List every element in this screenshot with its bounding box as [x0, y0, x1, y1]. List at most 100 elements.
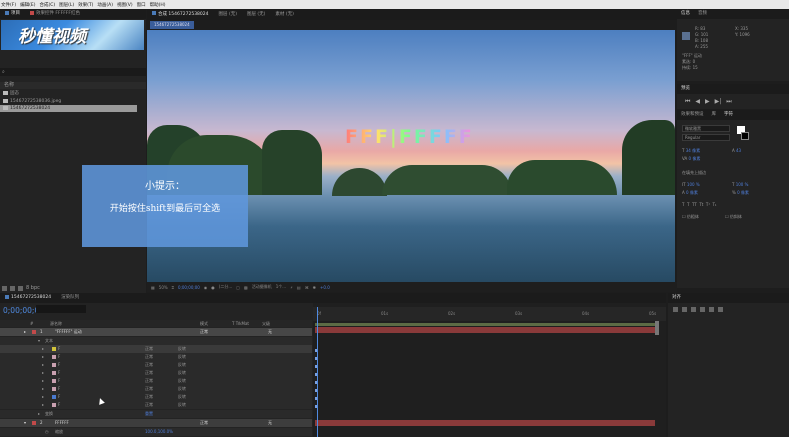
timeline-search-input[interactable]	[36, 305, 86, 313]
font-style-select[interactable]: Regular	[682, 134, 730, 141]
tab-project[interactable]: 项目	[0, 9, 25, 19]
property-blend[interactable]: 正常	[145, 377, 153, 385]
layer-property-row[interactable]: ▸ F 正常 反转	[0, 353, 312, 361]
layer-row[interactable]: ▸ 1 "FFFFFF" 运动 正常 无	[0, 328, 312, 336]
layer-color-label[interactable]	[32, 419, 36, 427]
align-right-icon[interactable]	[691, 307, 696, 312]
tab-library[interactable]: 库	[708, 110, 721, 120]
expand-icon[interactable]: ▸	[42, 353, 44, 361]
timeline-icon[interactable]: ▤	[297, 285, 301, 290]
tab-effect-controls[interactable]: 效果控件 FFFFFF红色	[25, 9, 85, 19]
menu-composition[interactable]: 合成(C)	[39, 2, 55, 8]
layer-name[interactable]: "FFFFFF" 运动	[55, 328, 82, 336]
menu-view[interactable]: 视图(V)	[117, 2, 133, 8]
layer-property-row[interactable]: ▾ 文本	[0, 337, 312, 345]
next-frame-icon[interactable]: ▶|	[715, 98, 722, 106]
col-source-name[interactable]: 源名称	[50, 320, 62, 327]
layer-color-label[interactable]	[32, 328, 36, 336]
align-center-icon[interactable]	[682, 307, 687, 312]
baseline-shift-field[interactable]: A 0 像素	[682, 190, 698, 196]
current-time-indicator[interactable]	[317, 307, 318, 437]
camera-select[interactable]: 活动摄像机	[252, 284, 272, 290]
work-area-bar[interactable]	[315, 323, 655, 326]
layer-property-row[interactable]: ▸ F 正常 反转	[0, 377, 312, 385]
comp-breadcrumb[interactable]: 15467272538024	[150, 21, 194, 29]
property-parent[interactable]: 反转	[178, 353, 186, 361]
layer-property-row[interactable]: ▸ F 正常 反转	[0, 345, 312, 353]
property-parent[interactable]: 反转	[178, 377, 186, 385]
project-name-header[interactable]: 名称	[0, 82, 146, 89]
tab-timeline-comp[interactable]: 15467272538024	[0, 293, 56, 303]
layer-property-row[interactable]: ▸ F 正常 反转	[0, 401, 312, 409]
show-channel-icon[interactable]: ●	[211, 285, 215, 290]
tab-align[interactable]: 对齐	[668, 293, 685, 303]
tab-info[interactable]: 信息	[677, 9, 694, 19]
layer-property-row[interactable]: ◷ 缩放 100.0,100.0%	[0, 428, 312, 436]
expand-icon[interactable]: ▸	[42, 361, 44, 369]
layer-property-row[interactable]: ▸ F 正常 反转	[0, 393, 312, 401]
layer-row[interactable]: ▾ 2 FFFFFF 正常 无	[0, 419, 312, 427]
expand-icon[interactable]: ▾	[38, 337, 40, 345]
project-item[interactable]: 固态	[0, 90, 137, 97]
stopwatch-icon[interactable]: ◷	[45, 428, 49, 436]
property-parent[interactable]: 反转	[178, 393, 186, 401]
tab-layer-2[interactable]: 图层 (无)	[242, 10, 270, 20]
grid-icon[interactable]: ▦	[151, 285, 155, 290]
tab-audio[interactable]: 音频	[694, 9, 711, 19]
align-middle-icon[interactable]	[709, 307, 714, 312]
font-size-field[interactable]: T 34 像素	[682, 148, 700, 154]
work-area-end-handle[interactable]	[655, 321, 659, 335]
resolution-select[interactable]: (二分...	[219, 284, 232, 290]
menu-file[interactable]: 文件(F)	[1, 2, 16, 8]
property-parent[interactable]: 反转	[178, 401, 186, 409]
expand-icon[interactable]: ▸	[42, 369, 44, 377]
expand-icon[interactable]: ▸	[42, 401, 44, 409]
snapshot-icon[interactable]: ◉	[204, 285, 208, 290]
layer-name[interactable]: FFFFFF	[55, 419, 69, 427]
project-item[interactable]: 15467272538036.jpeg	[0, 98, 137, 105]
project-search-input[interactable]: ⌕	[0, 68, 146, 76]
transparency-grid-icon[interactable]: ▩	[244, 285, 248, 290]
play-icon[interactable]: ▶	[705, 98, 710, 106]
new-folder-icon[interactable]	[10, 285, 15, 291]
zoom-select[interactable]: 50%	[159, 285, 168, 290]
menu-animation[interactable]: 动画(A)	[97, 2, 113, 8]
timeline-track-area[interactable]: 0f 01s 02s 03s 04s 05s	[313, 303, 666, 437]
layer-mode[interactable]: 正常	[200, 419, 208, 427]
new-composition-icon[interactable]	[18, 285, 23, 291]
menu-layer[interactable]: 图层(L)	[59, 2, 74, 8]
tab-composition[interactable]: 合成 15467272538024	[147, 10, 214, 20]
property-blend[interactable]: 正常	[145, 385, 153, 393]
vertical-scale-field[interactable]: IT 100 %	[682, 182, 700, 187]
reset-link[interactable]: 重置	[145, 410, 153, 418]
tab-effects-presets[interactable]: 效果和预设	[677, 110, 708, 120]
align-left-icon[interactable]	[673, 307, 678, 312]
expand-icon[interactable]: ▸	[42, 377, 44, 385]
col-mode[interactable]: 模式	[200, 320, 208, 327]
property-blend[interactable]: 正常	[145, 393, 153, 401]
col-number[interactable]: #	[30, 320, 33, 327]
tab-preview[interactable]: 预览	[677, 84, 694, 94]
interpret-footage-icon[interactable]	[2, 285, 7, 291]
font-family-select[interactable]: 微软雅黑	[682, 125, 730, 132]
first-frame-icon[interactable]: ⏮	[685, 98, 690, 106]
property-parent[interactable]: 反转	[178, 369, 186, 377]
layer-mode[interactable]: 正常	[200, 328, 208, 336]
menu-help[interactable]: 帮助(H)	[150, 2, 166, 8]
layer-parent[interactable]: 无	[268, 419, 272, 427]
col-parent[interactable]: 父级	[262, 320, 270, 327]
property-parent[interactable]: 反转	[178, 385, 186, 393]
bit-depth-label[interactable]: 8 bpc	[26, 285, 40, 291]
expand-icon[interactable]: ▸	[42, 385, 44, 393]
scale-value[interactable]: 100.0,100.0%	[145, 428, 173, 436]
layer-duration-bar[interactable]	[315, 327, 655, 333]
last-frame-icon[interactable]: ⏭	[726, 98, 731, 106]
property-parent[interactable]: 反转	[178, 361, 186, 369]
text-style-buttons[interactable]: T T TT Tt T¹ T₁	[682, 202, 717, 207]
menu-effect[interactable]: 效果(T)	[78, 2, 93, 8]
property-blend[interactable]: 正常	[145, 369, 153, 377]
time-ruler[interactable]: 0f 01s 02s 03s 04s 05s	[313, 307, 666, 321]
expand-icon[interactable]: ▸	[38, 410, 40, 418]
property-blend[interactable]: 正常	[145, 401, 153, 409]
layer-property-row[interactable]: ▸ F 正常 反转	[0, 369, 312, 377]
